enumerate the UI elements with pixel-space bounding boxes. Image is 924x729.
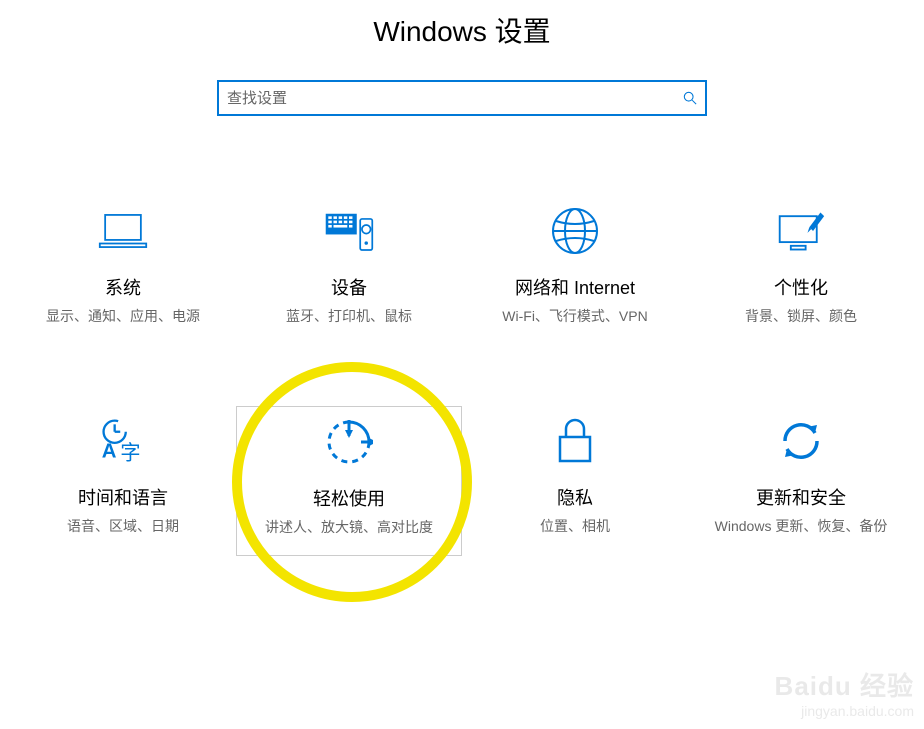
search-icon <box>683 91 697 105</box>
page-title: Windows 设置 <box>0 10 924 50</box>
tile-system[interactable]: 系统 显示、通知、应用、电源 <box>10 196 236 346</box>
watermark-logo: Baidu 经验 <box>775 666 914 703</box>
tile-update-security[interactable]: 更新和安全 Windows 更新、恢复、备份 <box>688 406 914 556</box>
highlight-annotation <box>232 362 472 602</box>
ease-of-access-icon <box>324 417 374 467</box>
tile-desc: 背景、锁屏、颜色 <box>745 306 857 327</box>
tile-title: 隐私 <box>557 484 593 510</box>
tile-desc: 显示、通知、应用、电源 <box>46 306 200 327</box>
tile-desc: 语音、区域、日期 <box>67 516 179 537</box>
tile-title: 网络和 Internet <box>515 274 635 300</box>
tile-title: 时间和语言 <box>78 484 168 510</box>
laptop-icon <box>98 206 148 256</box>
paint-icon <box>776 206 826 256</box>
tile-devices[interactable]: 设备 蓝牙、打印机、鼠标 <box>236 196 462 346</box>
tile-privacy[interactable]: 隐私 位置、相机 <box>462 406 688 556</box>
sync-icon <box>776 416 826 466</box>
watermark-url: jingyan.baidu.com <box>775 703 914 719</box>
tile-personalization[interactable]: 个性化 背景、锁屏、颜色 <box>688 196 914 346</box>
tile-desc: Wi-Fi、飞行模式、VPN <box>502 306 647 327</box>
tile-title: 轻松使用 <box>313 485 385 511</box>
tile-desc: Windows 更新、恢复、备份 <box>715 516 888 537</box>
tile-title: 设备 <box>331 274 367 300</box>
svg-text:字: 字 <box>120 442 140 465</box>
watermark: Baidu 经验 jingyan.baidu.com <box>775 666 914 719</box>
tile-time-language[interactable]: A 字 时间和语言 语音、区域、日期 <box>10 406 236 556</box>
tile-desc: 讲述人、放大镜、高对比度 <box>265 517 433 538</box>
time-language-icon: A 字 <box>98 416 148 466</box>
tile-title: 个性化 <box>774 274 828 300</box>
tile-ease-of-access[interactable]: 轻松使用 讲述人、放大镜、高对比度 <box>236 406 462 556</box>
tile-network[interactable]: 网络和 Internet Wi-Fi、飞行模式、VPN <box>462 196 688 346</box>
devices-icon <box>324 206 374 256</box>
search-box[interactable] <box>217 80 707 116</box>
tile-title: 更新和安全 <box>756 484 846 510</box>
tile-title: 系统 <box>105 274 141 300</box>
tile-desc: 蓝牙、打印机、鼠标 <box>286 306 412 327</box>
globe-icon <box>550 206 600 256</box>
search-input[interactable] <box>227 90 683 107</box>
lock-icon <box>550 416 600 466</box>
tile-desc: 位置、相机 <box>540 516 610 537</box>
svg-text:A: A <box>102 441 117 463</box>
